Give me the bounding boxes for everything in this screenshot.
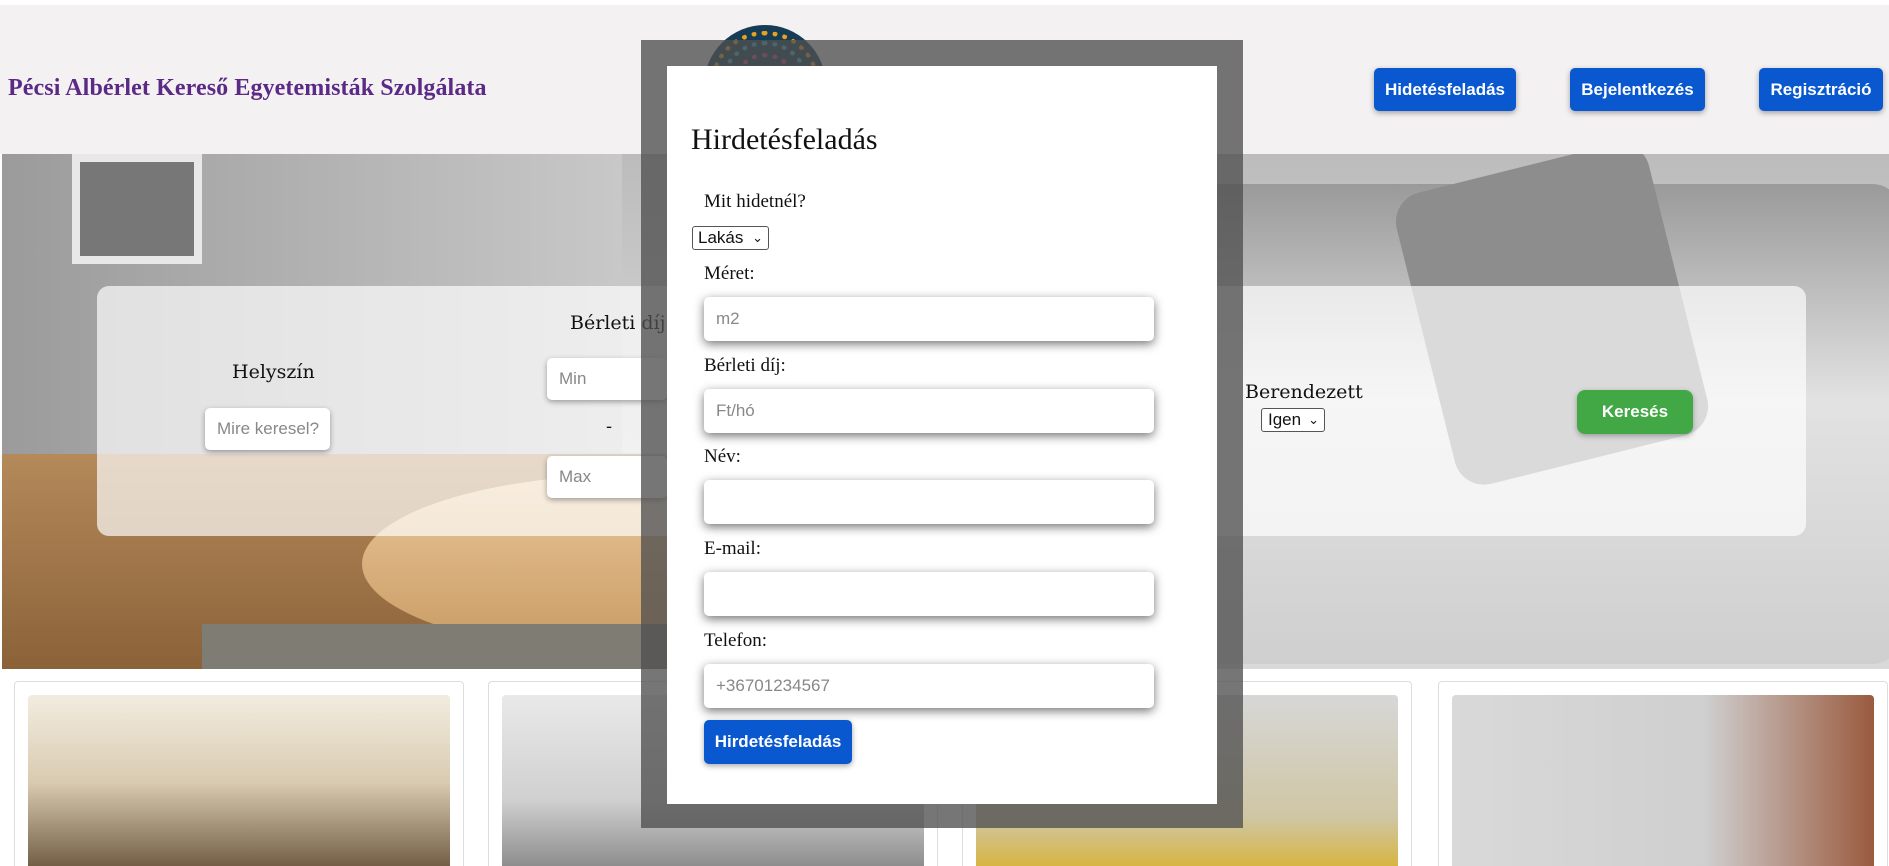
email-input[interactable] bbox=[704, 572, 1154, 616]
chevron-down-icon: ⌄ bbox=[752, 230, 763, 245]
size-input[interactable]: m2 bbox=[704, 297, 1154, 341]
rent-range-separator: - bbox=[606, 416, 613, 437]
furnished-label: Berendezett bbox=[1245, 381, 1363, 403]
phone-label: Telefon: bbox=[704, 630, 768, 651]
furnished-select[interactable]: Igen ⌄ bbox=[1261, 408, 1325, 432]
type-select-value: Lakás bbox=[698, 228, 744, 247]
furnished-select-value: Igen bbox=[1268, 410, 1302, 429]
size-label: Méret: bbox=[704, 263, 755, 284]
listing-card[interactable] bbox=[1438, 681, 1888, 866]
name-input[interactable] bbox=[704, 480, 1154, 524]
modal-title: Hirdetésfeladás bbox=[691, 123, 878, 156]
nav-post-ad-button[interactable]: Hidetésfeladás bbox=[1374, 68, 1516, 111]
name-label: Név: bbox=[704, 446, 741, 467]
listing-photo[interactable] bbox=[1452, 695, 1874, 866]
email-label: E-mail: bbox=[704, 538, 761, 559]
rent-fee-input[interactable]: Ft/hó bbox=[704, 389, 1154, 433]
rent-fee-label: Bérleti díj: bbox=[704, 355, 786, 376]
hero-rug bbox=[202, 624, 702, 669]
type-select[interactable]: Lakás ⌄ bbox=[692, 226, 769, 250]
type-label: Mit hidetnél? bbox=[704, 191, 806, 212]
nav-login-button[interactable]: Bejelentkezés bbox=[1570, 68, 1705, 111]
listing-photo[interactable] bbox=[28, 695, 450, 866]
chevron-down-icon: ⌄ bbox=[1308, 412, 1319, 427]
location-label: Helyszín bbox=[232, 361, 315, 383]
search-button[interactable]: Keresés bbox=[1577, 390, 1693, 434]
hero-window bbox=[72, 154, 202, 264]
site-title[interactable]: Pécsi Albérlet Kereső Egyetemisták Szolg… bbox=[8, 75, 487, 102]
listing-card[interactable] bbox=[14, 681, 464, 866]
phone-input[interactable]: +36701234567 bbox=[704, 664, 1154, 708]
nav-register-button[interactable]: Regisztráció bbox=[1759, 68, 1883, 111]
submit-ad-button[interactable]: Hirdetésfeladás bbox=[704, 720, 852, 764]
location-input[interactable]: Mire keresel? bbox=[205, 408, 330, 450]
